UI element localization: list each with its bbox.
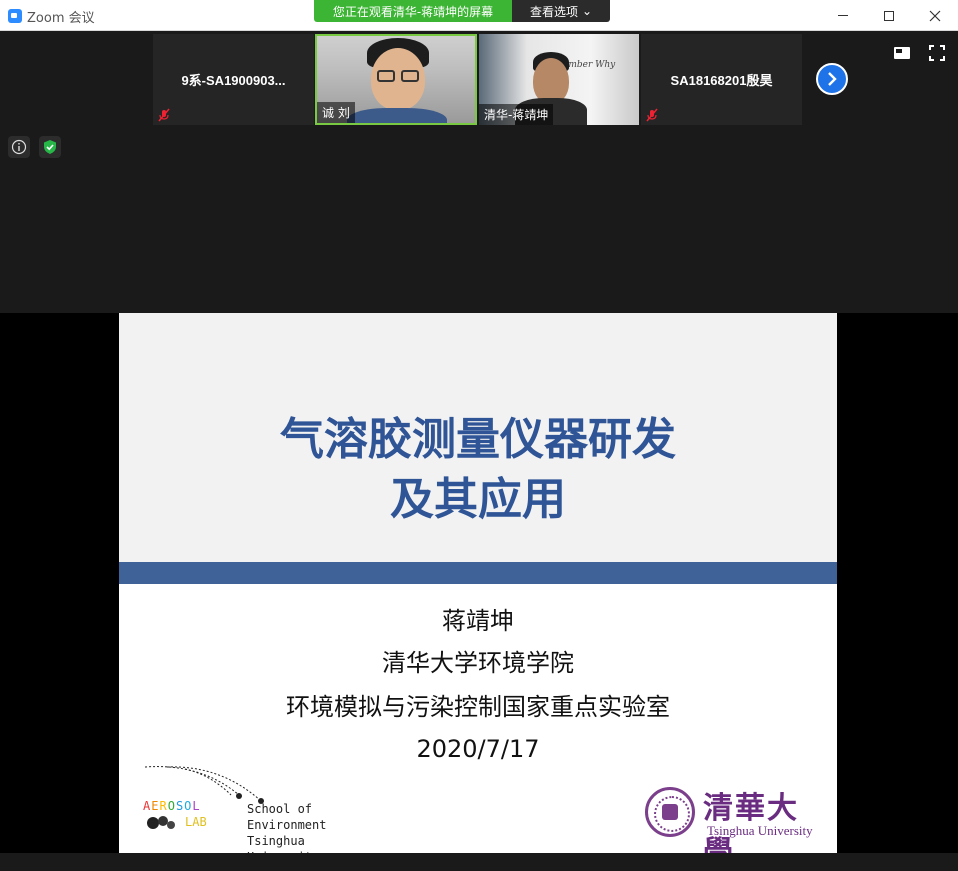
- close-button[interactable]: [912, 0, 958, 31]
- tsinghua-seal-icon: [645, 787, 695, 837]
- glasses: [377, 70, 395, 82]
- view-options-button[interactable]: 查看选项 ⌄: [512, 0, 610, 22]
- participant-name: 清华-蒋靖坤: [479, 104, 554, 125]
- minimize-icon: [838, 15, 848, 16]
- maximize-button[interactable]: [866, 0, 912, 31]
- minimize-button[interactable]: [820, 0, 866, 31]
- aerosol-letter: O: [167, 799, 176, 813]
- fullscreen-icon[interactable]: [928, 44, 946, 62]
- wall-poster-text: ember Why: [563, 60, 616, 70]
- aerosol-letter: R: [159, 799, 168, 813]
- slide-title-line1: 气溶胶测量仪器研发: [280, 414, 676, 465]
- close-icon: [929, 10, 941, 21]
- aerosol-lab-logo: AEROSOL LAB School of Environment Tsingh…: [141, 765, 381, 864]
- shield-icon: [44, 140, 56, 154]
- mute-icon: [646, 108, 658, 122]
- participant-name: 9系-SA1900903...: [181, 73, 286, 88]
- slide-divider-band: [119, 562, 837, 584]
- slide-author: 蒋靖坤: [442, 607, 514, 635]
- participant-video-tile[interactable]: ember Why 清华-蒋靖坤: [479, 34, 639, 125]
- glasses: [401, 70, 419, 82]
- meeting-info-button[interactable]: [8, 136, 30, 158]
- slide-lab: 环境模拟与污染控制国家重点实验室: [286, 693, 670, 721]
- share-banner: 您正在观看清华-蒋靖坤的屏幕: [314, 0, 512, 22]
- maximize-icon: [884, 10, 894, 21]
- participant-tile[interactable]: 9系-SA1900903...: [153, 34, 314, 125]
- aerosol-letter: A: [143, 799, 152, 813]
- next-page-icon: [828, 72, 837, 86]
- aerosol-letter: L: [192, 799, 201, 813]
- participant-shirt: [347, 108, 447, 123]
- speaker-view-icon[interactable]: [893, 44, 911, 62]
- tsinghua-logo: 清華大學 Tsinghua University: [645, 783, 820, 870]
- next-page-button[interactable]: [816, 63, 848, 95]
- school-english-line1: School of Environment: [247, 802, 327, 832]
- bottom-bar: [0, 853, 958, 865]
- participant-tile[interactable]: SA18168201殷昊: [641, 34, 802, 125]
- participant-name: SA18168201殷昊: [670, 73, 773, 88]
- slide-title-line2: 及其应用: [390, 474, 566, 525]
- view-options-label: 查看选项: [529, 4, 578, 19]
- aerosol-letter: S: [175, 799, 185, 813]
- aerosol-particle-icon: [147, 816, 175, 829]
- encryption-button[interactable]: [39, 136, 61, 158]
- tsinghua-english-name: Tsinghua University: [707, 823, 813, 838]
- presentation-slide: 气溶胶测量仪器研发 及其应用 蒋靖坤 清华大学环境学院 环境模拟与污染控制国家重…: [119, 313, 837, 870]
- mute-icon: [158, 108, 170, 122]
- zoom-logo-icon: [8, 9, 22, 23]
- aerosol-wordmark: AEROSOL: [143, 799, 201, 813]
- slide-school: 清华大学环境学院: [382, 649, 574, 677]
- lab-word: LAB: [185, 815, 207, 829]
- chevron-down-icon: ⌄: [581, 4, 593, 18]
- slide-date: 2020/7/17: [416, 735, 540, 763]
- window-title: Zoom 会议: [27, 11, 95, 26]
- participant-video-tile[interactable]: 诚 刘: [315, 34, 477, 125]
- participant-name: 诚 刘: [317, 102, 355, 123]
- info-icon: [11, 139, 27, 155]
